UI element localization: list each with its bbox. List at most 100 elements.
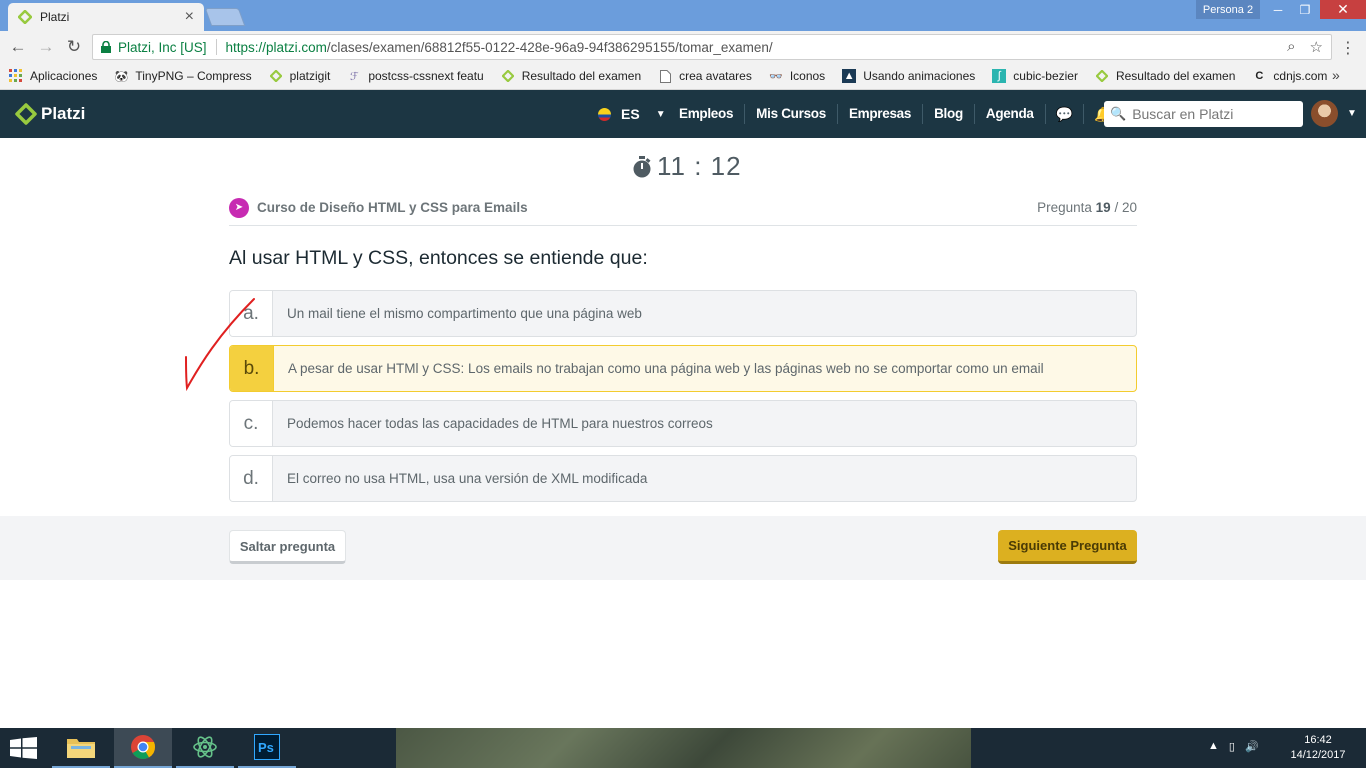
zoom-icon[interactable]: ⌕ [1287,38,1295,56]
address-bar[interactable]: Platzi, Inc [US] https://platzi.com/clas… [92,34,1332,60]
option-letter: d. [230,456,273,501]
question-total: / 20 [1114,200,1137,215]
forward-arrow-icon[interactable]: → [36,37,56,57]
system-tray: ▲ ▯ 🔊 [1208,740,1259,753]
bookmark-label: Iconos [789,69,826,83]
language-code: ES [621,106,640,122]
option-text: El correo no usa HTML, usa una versión d… [287,471,648,486]
bookmark-star-icon[interactable]: ☆ [1310,38,1323,56]
chrome-icon [131,735,156,760]
maximize-window-button[interactable]: ❐ [1292,0,1318,19]
bookmark-label: platzigit [289,69,331,83]
next-question-button[interactable]: Siguiente Pregunta [998,530,1137,564]
folder-icon [67,739,95,758]
bookmark-label: postcss-cssnext featu [368,69,484,83]
bookmarks-bar: Aplicaciones 🐼 TinyPNG – Compress platzi… [0,63,1366,90]
brand-name: Platzi [41,104,86,123]
page-icon [658,69,672,83]
skip-question-button[interactable]: Saltar pregunta [229,530,346,564]
handdrawn-checkmark-icon [185,298,255,392]
site-search[interactable]: 🔍 [1104,101,1303,127]
platzi-favicon-icon [18,10,32,24]
bookmark-cdnjs[interactable]: C cdnjs.com [1252,69,1327,83]
chevron-up-icon[interactable]: ▲ [1208,740,1219,753]
battery-icon[interactable]: ▯ [1229,740,1235,753]
nav-empresas[interactable]: Empresas [838,104,924,124]
main-nav: Empleos Mis Cursos Empresas Blog Agenda … [668,104,1121,124]
nav-empleos[interactable]: Empleos [668,104,746,124]
postcss-icon: ℱ [349,70,359,83]
platzi-logo[interactable]: Platzi [15,103,85,125]
course-name: Curso de Diseño HTML y CSS para Emails [257,200,528,215]
reload-icon[interactable]: ↻ [64,37,84,57]
file-explorer-taskbar-button[interactable] [52,728,110,768]
bookmark-tinypng[interactable]: 🐼 TinyPNG – Compress [114,69,252,83]
minimize-window-button[interactable]: ─ [1264,0,1292,19]
clock-date: 14/12/2017 [1290,749,1346,761]
windows-start-icon[interactable] [10,737,38,759]
timer-value: 11 : 12 [657,151,742,181]
bookmark-postcss[interactable]: ℱ postcss-cssnext featu [347,69,484,83]
windows-taskbar: Ps ▲ ▯ 🔊 16:42 14/12/2017 [0,728,1366,768]
avatar[interactable] [1311,100,1338,127]
atom-icon [193,736,217,758]
browser-tab[interactable]: Platzi × [8,3,204,31]
exam-course-row: ➤ Curso de Diseño HTML y CSS para Emails… [229,196,1137,226]
taskbar-clock[interactable]: 16:42 14/12/2017 [1283,733,1353,763]
course-paper-plane-icon: ➤ [229,197,249,218]
close-tab-icon[interactable]: × [185,9,194,25]
photoshop-taskbar-button[interactable]: Ps [238,728,296,768]
browser-tabstrip: Platzi × Persona 2 ─ ❐ ✕ [0,0,1366,31]
answer-option-d[interactable]: d. El correo no usa HTML, usa una versió… [229,455,1137,502]
bookmark-resultado-1[interactable]: Resultado del examen [501,69,641,83]
bookmark-crea-avatares[interactable]: crea avatares [658,69,752,83]
bookmark-apps[interactable]: Aplicaciones [9,69,97,83]
svg-text:Ps: Ps [258,740,274,755]
back-arrow-icon[interactable]: ← [8,37,28,57]
exam-timer: 11 : 12 [632,151,742,182]
bookmark-iconos[interactable]: 👓 Iconos [769,69,825,83]
question-counter-label: Pregunta [1037,200,1092,215]
photoshop-icon: Ps [254,734,280,760]
question-counter: Pregunta 19 / 20 [1037,200,1137,215]
search-input[interactable] [1132,106,1293,122]
platzi-icon [269,69,283,83]
browser-menu-icon[interactable]: ⋮ [1340,38,1356,58]
chevron-down-icon[interactable]: ▼ [1347,108,1357,119]
answer-option-a[interactable]: a. Un mail tiene el mismo compartimento … [229,290,1137,337]
bookmark-label: Usando animaciones [863,69,976,83]
secure-origin-label: Platzi, Inc [US] [118,39,207,55]
bookmark-usando-animaciones[interactable]: ▲ Usando animaciones [842,69,975,83]
nav-mis-cursos[interactable]: Mis Cursos [745,104,838,124]
chat-bubble-icon[interactable]: 💬 [1046,104,1085,124]
answer-option-c[interactable]: c. Podemos hacer todas las capacidades d… [229,400,1137,447]
bookmark-cubic-bezier[interactable]: ∫ cubic-bezier [992,69,1078,83]
curve-icon: ∫ [992,69,1007,83]
site-header: Platzi ES ▼ Empleos Mis Cursos Empresas … [0,90,1366,138]
bookmark-resultado-2[interactable]: Resultado del examen [1095,69,1235,83]
nav-blog[interactable]: Blog [923,104,975,124]
language-selector[interactable]: ES ▼ [598,106,666,122]
chevron-down-icon: ▼ [655,108,666,120]
bookmark-label: TinyPNG – Compress [135,69,252,83]
bookmark-label: cubic-bezier [1013,69,1078,83]
option-text: Podemos hacer todas las capacidades de H… [287,416,713,431]
chrome-taskbar-button[interactable] [114,728,172,768]
new-tab-button[interactable] [204,8,246,26]
glasses-icon: 👓 [768,70,783,83]
platzi-logo-icon [15,103,37,125]
close-window-button[interactable]: ✕ [1320,0,1366,19]
nav-agenda[interactable]: Agenda [975,104,1046,124]
volume-icon[interactable]: 🔊 [1245,740,1259,753]
bookmarks-overflow-icon[interactable]: » [1332,67,1340,83]
answer-option-b[interactable]: b. A pesar de usar HTMl y CSS: Los email… [229,345,1137,392]
bookmark-platzigit[interactable]: platzigit [269,69,331,83]
url-path: /clases/examen/68812f55-0122-428e-96a9-9… [326,39,773,55]
question-text: Al usar HTML y CSS, entonces se entiende… [229,247,648,269]
platzi-icon [501,69,515,83]
profile-persona-button[interactable]: Persona 2 [1196,0,1260,19]
option-letter: c. [230,401,273,446]
atom-taskbar-button[interactable] [176,728,234,768]
option-text: A pesar de usar HTMl y CSS: Los emails n… [288,361,1044,376]
answer-options: a. Un mail tiene el mismo compartimento … [229,290,1137,510]
